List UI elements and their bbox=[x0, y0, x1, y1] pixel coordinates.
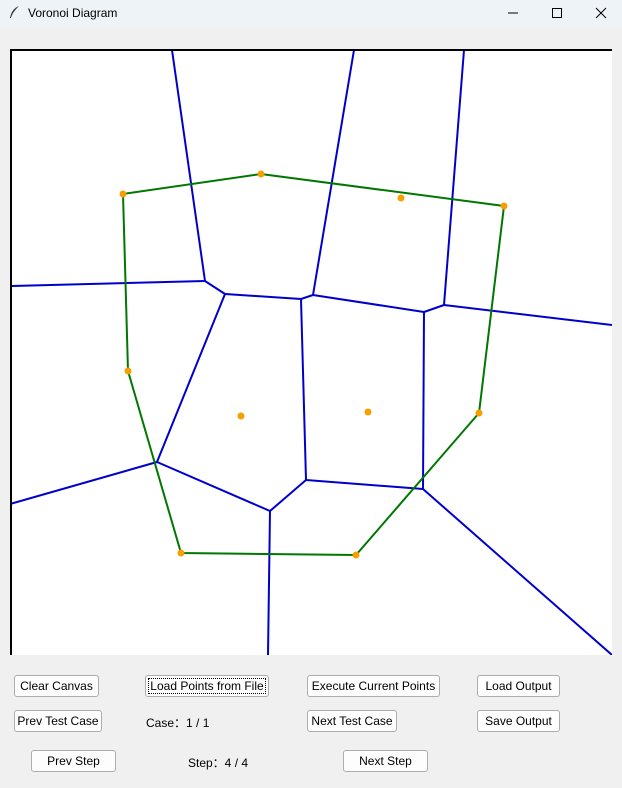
minimize-icon bbox=[508, 12, 518, 14]
site-point bbox=[119, 190, 127, 198]
load-points-button[interactable]: Load Points from File bbox=[145, 675, 269, 697]
site-point bbox=[475, 409, 483, 417]
maximize-icon bbox=[552, 8, 562, 18]
voronoi-edge bbox=[224, 293, 302, 300]
execute-points-button[interactable]: Execute Current Points bbox=[307, 675, 440, 697]
drawing-canvas[interactable] bbox=[10, 49, 612, 655]
voronoi-diagram bbox=[12, 51, 612, 655]
load-output-button[interactable]: Load Output bbox=[477, 675, 560, 697]
prev-step-button[interactable]: Prev Step bbox=[31, 750, 116, 772]
voronoi-edge bbox=[300, 294, 314, 300]
site-point bbox=[237, 412, 245, 420]
minimize-button[interactable] bbox=[490, 0, 536, 26]
prev-test-case-button[interactable]: Prev Test Case bbox=[14, 710, 102, 732]
voronoi-edge bbox=[300, 298, 307, 481]
case-status: Case：1 / 1 bbox=[146, 716, 210, 730]
feather-icon bbox=[10, 6, 19, 18]
site-point bbox=[124, 367, 132, 375]
next-step-button[interactable]: Next Step bbox=[343, 750, 428, 772]
voronoi-edge bbox=[423, 304, 445, 313]
convex-hull bbox=[122, 172, 506, 557]
next-test-case-button[interactable]: Next Test Case bbox=[307, 710, 397, 732]
site-point bbox=[364, 408, 372, 416]
voronoi-edge bbox=[312, 294, 425, 313]
voronoi-edge bbox=[422, 488, 612, 655]
voronoi-edge bbox=[422, 311, 425, 490]
site-point bbox=[177, 549, 185, 557]
window-title: Voronoi Diagram bbox=[28, 6, 118, 20]
voronoi-edge bbox=[312, 51, 355, 296]
voronoi-edge bbox=[305, 479, 424, 490]
site-point bbox=[500, 202, 508, 210]
title-bar: Voronoi Diagram bbox=[0, 0, 622, 26]
voronoi-edge bbox=[171, 51, 206, 282]
site-point bbox=[397, 194, 405, 202]
clear-canvas-button[interactable]: Clear Canvas bbox=[14, 675, 99, 697]
voronoi-edge bbox=[443, 51, 465, 306]
voronoi-edge bbox=[443, 304, 612, 326]
save-output-button[interactable]: Save Output bbox=[477, 710, 560, 732]
voronoi-edge bbox=[267, 510, 271, 655]
voronoi-edge bbox=[156, 461, 271, 512]
voronoi-edge bbox=[12, 461, 158, 505]
close-icon bbox=[595, 7, 607, 19]
site-point bbox=[257, 170, 265, 178]
voronoi-edge bbox=[204, 280, 226, 295]
voronoi-edge bbox=[12, 280, 206, 287]
step-status: Step：4 / 4 bbox=[188, 756, 249, 770]
voronoi-edge bbox=[269, 479, 307, 512]
maximize-button[interactable] bbox=[534, 0, 580, 26]
voronoi-edge bbox=[156, 293, 226, 463]
close-button[interactable] bbox=[578, 0, 622, 26]
site-point bbox=[352, 551, 360, 559]
